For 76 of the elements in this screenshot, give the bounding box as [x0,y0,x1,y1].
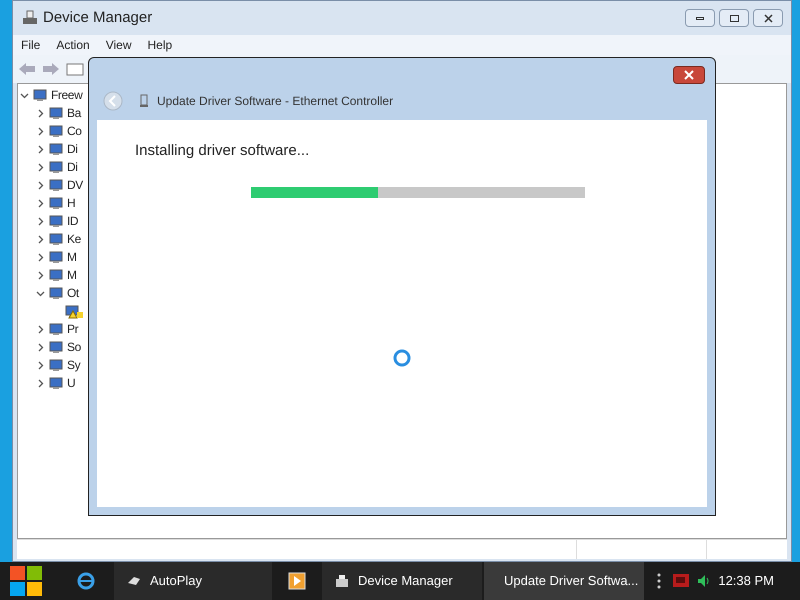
device-icon [48,321,64,337]
tree-item[interactable]: Pr [67,320,78,338]
collapse-chevron-icon[interactable] [20,90,29,100]
taskbar-button[interactable]: AutoPlay [114,562,272,600]
close-icon [764,14,772,22]
expand-chevron-icon[interactable] [36,144,45,154]
minimize-button[interactable] [685,9,715,27]
overflow-dots-icon[interactable] [656,572,662,590]
tree-item[interactable]: Freew [51,86,82,104]
expand-chevron-icon[interactable] [36,162,45,172]
device-icon [48,159,64,175]
dialog-title: Update Driver Software - Ethernet Controller [157,93,394,110]
expand-chevron-icon[interactable] [36,360,45,370]
properties-icon[interactable] [65,61,85,77]
tree-item[interactable]: U [67,374,76,392]
device-icon [48,285,64,301]
expand-chevron-icon[interactable] [36,198,45,208]
tree-item[interactable]: M [67,266,77,284]
network-adapter-icon [139,94,149,108]
expand-chevron-icon[interactable] [36,270,45,280]
expand-chevron-icon[interactable] [36,252,45,262]
expand-chevron-icon[interactable] [36,180,45,190]
device-icon [48,141,64,157]
clock: 12:38 PM [718,572,774,590]
device-icon [48,123,64,139]
menu-item[interactable]: View [106,36,132,54]
device-icon [48,195,64,211]
tree-item[interactable]: Ba [67,104,81,122]
network-icon[interactable] [672,573,690,589]
maximize-button[interactable] [719,9,749,27]
device-icon [48,267,64,283]
window-title: Device Manager [43,8,152,28]
warning-device-icon [64,303,80,319]
tree-item[interactable]: So [67,338,81,356]
device-icon [48,249,64,265]
expand-chevron-icon[interactable] [36,342,45,352]
browser-icon[interactable] [76,571,96,591]
expand-chevron-icon[interactable] [36,324,45,334]
tree-item[interactable]: DV [67,176,83,194]
heading: Installing driver software... [135,141,310,161]
app-icon [334,573,350,589]
device-icon [48,375,64,391]
device-icon [48,105,64,121]
windows-logo-icon[interactable] [10,566,42,596]
tree-item[interactable]: M [67,248,77,266]
menu-item[interactable]: File [21,36,40,54]
tree-item[interactable]: Co [67,122,82,140]
tree-item[interactable]: Di [67,158,78,176]
device-icon [48,357,64,373]
expand-chevron-icon[interactable] [36,234,45,244]
close-button[interactable] [673,66,705,84]
tree-item[interactable]: ID [67,212,78,230]
device-icon [48,231,64,247]
menu-item[interactable]: Action [56,36,90,54]
close-button[interactable] [753,9,783,27]
expand-chevron-icon[interactable] [36,216,45,226]
device-icon [32,87,48,103]
busy-spinner-icon [392,348,412,368]
close-icon [684,70,694,80]
tree-item[interactable]: Ot [67,284,79,302]
expand-chevron-icon[interactable] [36,378,45,388]
tree-item[interactable]: Sy [67,356,80,374]
media-player-icon[interactable] [288,572,306,590]
computer-icon [21,9,39,27]
menu-item[interactable]: Help [148,36,172,54]
tree-item[interactable]: H [67,194,76,212]
tree-item[interactable]: Di [67,140,78,158]
expand-chevron-icon[interactable] [36,108,45,118]
taskbar-button[interactable]: Device Manager [322,562,482,600]
collapse-chevron-icon[interactable] [36,288,45,298]
device-icon [48,177,64,193]
expand-chevron-icon[interactable] [36,126,45,136]
taskbar-button[interactable]: Update Driver Softwa... [484,562,644,600]
tree-item[interactable]: Ke [67,230,81,248]
device-icon [48,213,64,229]
device-icon [48,339,64,355]
